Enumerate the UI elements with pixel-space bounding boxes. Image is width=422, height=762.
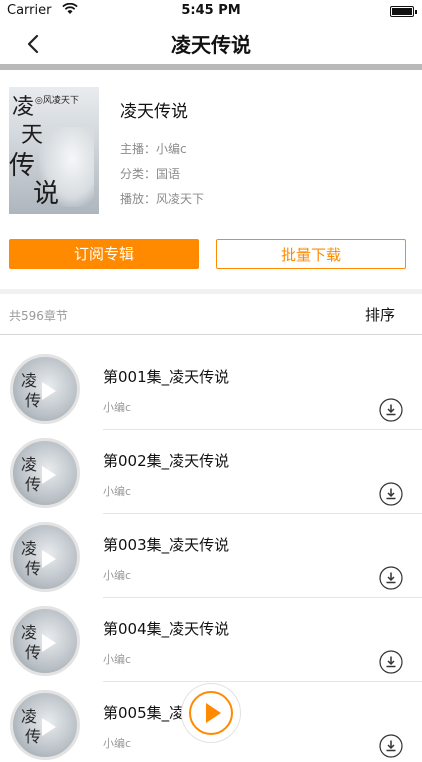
episode-author: 小编c (103, 569, 132, 582)
download-icon[interactable] (379, 566, 403, 590)
thumb-char: 传 (25, 727, 42, 746)
floating-play-button[interactable] (181, 683, 241, 743)
list-header-divider (0, 334, 422, 335)
album-host: 主播：小编c (120, 142, 187, 156)
list-item[interactable]: 凌 传 第001集_凌天传说 小编c (0, 336, 422, 430)
sort-button[interactable]: 排序 (365, 304, 395, 325)
list-item[interactable]: 凌 传 第004集_凌天传说 小编c (0, 588, 422, 682)
album-title: 凌天传说 (120, 102, 188, 122)
episode-thumbnail: 凌 传 (10, 606, 80, 676)
download-icon[interactable] (379, 398, 403, 422)
download-icon[interactable] (379, 650, 403, 674)
section-divider (0, 289, 422, 294)
play-icon[interactable] (42, 718, 56, 736)
nav-divider (0, 64, 422, 70)
thumb-char: 传 (25, 475, 42, 494)
chapter-count: 共596章节 (9, 309, 68, 323)
battery-icon (390, 6, 417, 17)
episode-author: 小编c (103, 485, 132, 498)
download-icon[interactable] (379, 734, 403, 758)
album-category: 分类：国语 (120, 167, 181, 181)
play-icon[interactable] (42, 634, 56, 652)
episode-title: 第002集_凌天传说 (103, 452, 230, 470)
navigation-bar: 凌天传说 (0, 22, 422, 64)
cover-char-4: 说 (33, 179, 60, 209)
list-item[interactable]: 凌 传 第003集_凌天传说 小编c (0, 504, 422, 598)
album-plays: 播放：风凌天下 (120, 192, 205, 206)
play-icon[interactable] (42, 466, 56, 484)
episode-author: 小编c (103, 653, 132, 666)
episode-title: 第003集_凌天传说 (103, 536, 230, 554)
thumb-char: 传 (25, 391, 42, 410)
batch-download-button[interactable]: 批量下载 (216, 239, 406, 269)
cover-author: ◎风凌天下 (35, 96, 79, 106)
page-title: 凌天传说 (171, 33, 251, 57)
thumb-char: 传 (25, 643, 42, 662)
album-cover: 凌 ◎风凌天下 天 传 说 (9, 87, 99, 214)
episode-thumbnail: 凌 传 (10, 522, 80, 592)
episode-thumbnail: 凌 传 (10, 438, 80, 508)
play-icon[interactable] (42, 550, 56, 568)
episode-title: 第001集_凌天传说 (103, 368, 230, 386)
subscribe-album-button[interactable]: 订阅专辑 (9, 239, 199, 269)
status-bar: Carrier 5:45 PM (0, 0, 422, 22)
play-icon[interactable] (42, 382, 56, 400)
episode-thumbnail: 凌 传 (10, 354, 80, 424)
list-item[interactable]: 凌 传 第002集_凌天传说 小编c (0, 420, 422, 514)
episode-author: 小编c (103, 401, 132, 414)
episode-title: 第004集_凌天传说 (103, 620, 230, 638)
download-icon[interactable] (379, 482, 403, 506)
episode-author: 小编c (103, 737, 132, 750)
cover-char-3: 传 (9, 151, 36, 181)
play-icon (206, 703, 221, 723)
status-time: 5:45 PM (181, 3, 241, 18)
thumb-char: 传 (25, 559, 42, 578)
